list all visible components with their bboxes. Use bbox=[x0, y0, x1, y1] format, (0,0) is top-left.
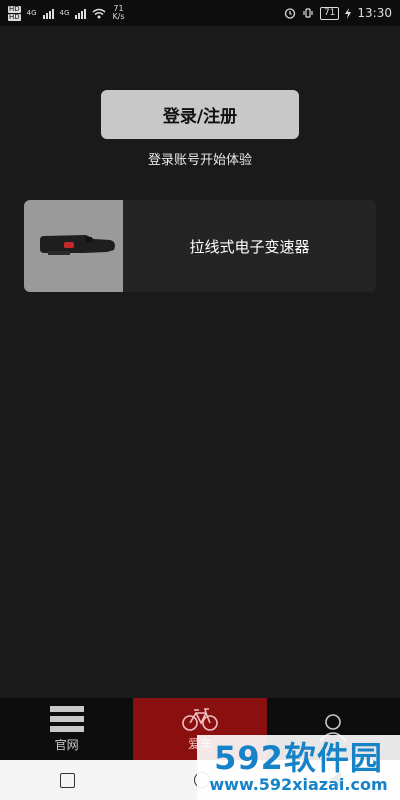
hd-label-1: HD bbox=[8, 4, 21, 13]
hd-label-2: HD bbox=[8, 12, 21, 21]
battery-level: 71 bbox=[319, 6, 340, 20]
hd-indicator: HD HD bbox=[8, 5, 21, 21]
menu-icon bbox=[49, 705, 84, 732]
status-left: HD HD 4G 4G 71 K/s bbox=[8, 5, 125, 21]
device-card[interactable]: 拉线式电子变速器 bbox=[24, 200, 376, 292]
bicycle-icon bbox=[182, 707, 218, 731]
device-thumbnail bbox=[24, 200, 123, 292]
shifter-device-icon bbox=[40, 235, 115, 255]
speed-unit: K/s bbox=[112, 12, 125, 21]
status-right: 71 13:30 bbox=[284, 6, 392, 20]
alarm-icon bbox=[284, 8, 296, 19]
watermark-url: www.592xiazai.com bbox=[209, 774, 388, 794]
tab-official-site[interactable]: 官网 bbox=[0, 698, 133, 760]
charging-icon bbox=[345, 7, 352, 19]
network-speed: 71 K/s bbox=[112, 5, 124, 21]
watermark: 592软件园 www.592xiazai.com bbox=[197, 735, 400, 800]
device-name: 拉线式电子变速器 bbox=[189, 237, 310, 256]
clock: 13:30 bbox=[357, 6, 392, 20]
recents-icon[interactable] bbox=[59, 772, 75, 788]
login-register-button[interactable]: 登录/注册 bbox=[101, 90, 299, 139]
watermark-title: 592软件园 bbox=[214, 738, 383, 777]
wifi-icon bbox=[92, 8, 106, 18]
login-hint-text: 登录账号开始体验 bbox=[147, 153, 252, 168]
signal-icon-2 bbox=[75, 8, 87, 19]
network-type-1: 4G bbox=[26, 9, 37, 17]
network-type-2: 4G bbox=[59, 9, 70, 17]
vibrate-icon bbox=[303, 8, 313, 18]
tab-label-official-site: 官网 bbox=[54, 737, 79, 752]
status-bar: HD HD 4G 4G 71 K/s 71 13:30 bbox=[0, 0, 400, 26]
signal-icon bbox=[42, 8, 54, 19]
